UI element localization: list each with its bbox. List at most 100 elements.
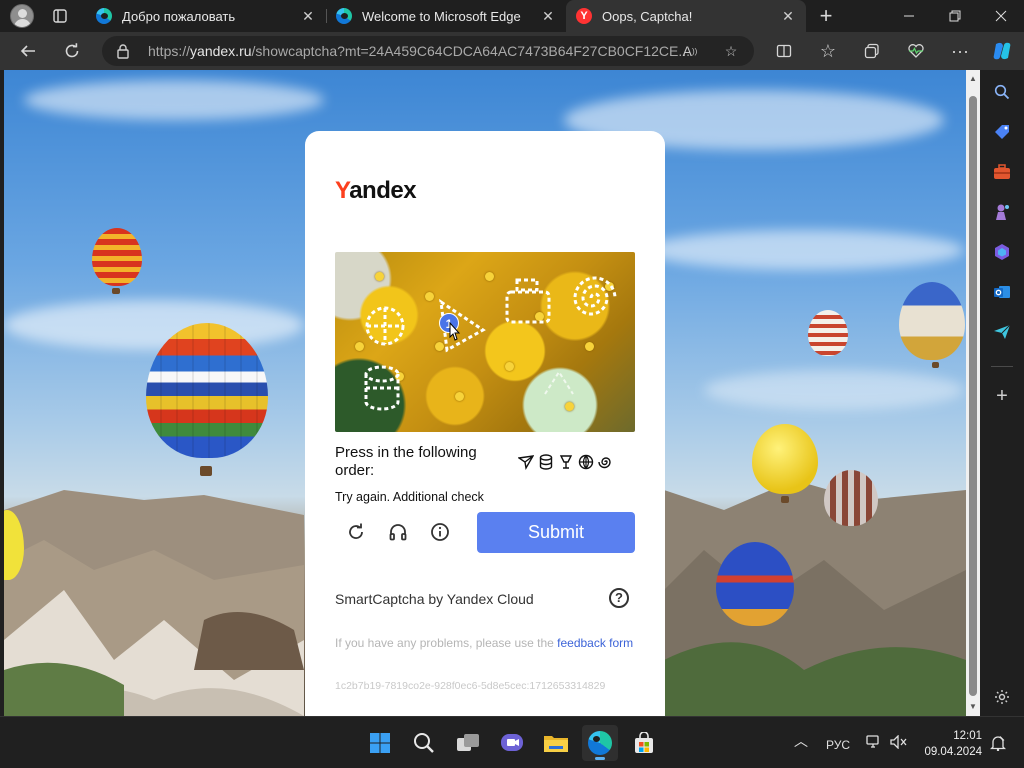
copilot-icon [993,42,1011,60]
close-tab-icon[interactable]: ✕ [540,8,556,24]
collections-button[interactable] [858,37,886,65]
profile-button[interactable] [8,2,36,30]
folder-icon [544,736,568,752]
toolbox-icon [994,164,1010,179]
scroll-up-icon[interactable]: ▲ [968,74,978,84]
tab-welcome-edge[interactable]: Welcome to Microsoft Edge ✕ [326,0,566,32]
taskbar-search-button[interactable] [406,725,442,761]
lamp-icon[interactable] [503,278,553,326]
captcha-image[interactable]: 1 [335,252,635,432]
refresh-button[interactable] [58,37,86,65]
sidebar-search-button[interactable] [990,80,1014,104]
close-tab-icon[interactable]: ✕ [300,8,316,24]
notification-bell-icon[interactable] [989,735,1007,754]
volume-muted-icon[interactable] [890,734,908,752]
tab-welcome-ru[interactable]: Добро пожаловать ✕ [86,0,326,32]
url-text[interactable]: https://yandex.ru/showcaptcha?mt=24A459C… [148,43,723,59]
microsoft-store-button[interactable] [626,725,662,761]
browser-essentials-button[interactable] [902,37,930,65]
address-bar[interactable]: https://yandex.ru/showcaptcha?mt=24A459C… [102,36,754,66]
edge-taskbar-button[interactable] [582,725,618,761]
close-window-button[interactable] [978,0,1024,32]
smartcaptcha-brand: SmartCaptcha by Yandex Cloud [335,591,534,607]
sidebar-divider [991,366,1013,367]
paper-plane-icon [517,453,535,471]
retry-message: Try again. Additional check [335,490,484,504]
store-bag-icon [635,732,653,753]
close-tab-icon[interactable]: ✕ [780,8,796,24]
barrel-icon[interactable] [359,364,405,412]
network-icon[interactable] [866,735,882,752]
globe-icon[interactable] [363,304,407,348]
outlook-icon [994,286,1010,298]
yandex-logo: Yandex [335,177,417,204]
task-view-button[interactable] [450,725,486,761]
file-explorer-button[interactable] [538,725,574,761]
page-viewport: Yandex 1 Press in the following order: T… [4,70,966,716]
cloud [704,370,964,410]
info-button[interactable] [428,520,452,544]
refresh-captcha-button[interactable] [344,520,368,544]
flower-outline-icon [539,368,579,398]
title-bar: Добро пожаловать ✕ Welcome to Microsoft … [0,0,1024,32]
taskbar-clock[interactable]: 12:01 09.04.2024 [918,728,982,760]
page-scrollbar[interactable]: ▲ ▼ [966,70,980,716]
favorites-star-icon: ☆ [819,40,837,61]
plus-icon: + [996,384,1008,407]
input-language[interactable]: РУС [826,738,850,752]
audio-captcha-button[interactable] [386,520,410,544]
order-instruction: Press in the following order: [335,444,477,479]
chevron-up-icon: ︿ [794,733,808,749]
yandex-icon: Y [576,8,592,24]
balloon-basket [781,496,789,503]
order-icons [517,453,615,471]
new-tab-button[interactable]: + [812,0,840,32]
sidebar-games-button[interactable] [990,200,1014,224]
sidebar-shopping-button[interactable] [990,120,1014,144]
teams-chat-icon [501,734,523,751]
clock-date: 09.04.2024 [924,746,982,758]
sidebar-add-button[interactable]: + [990,384,1014,408]
microsoft-365-icon [995,244,1009,260]
search-icon [414,733,434,753]
lock-icon[interactable] [116,43,130,64]
restore-button[interactable] [932,0,978,32]
scrollbar-thumb[interactable] [969,96,977,696]
submit-button[interactable]: Submit [477,512,635,553]
problems-notice: If you have any problems, please use the… [335,636,634,650]
edge-icon [336,8,352,24]
windows-taskbar: ︿ РУС 12:01 09.04.2024 [0,716,1024,768]
sidebar-tools-button[interactable] [990,160,1014,184]
back-button[interactable] [14,37,42,65]
profile-avatar-icon [10,4,34,28]
copilot-button[interactable] [988,37,1016,65]
scroll-down-icon[interactable]: ▼ [968,702,978,712]
tab-captcha[interactable]: Y Oops, Captcha! ✕ [566,0,806,32]
feedback-form-link[interactable]: feedback form [557,636,633,650]
sidebar-outlook-button[interactable] [990,280,1014,304]
settings-more-button[interactable]: ··· [946,37,974,65]
spiral-icon [597,453,615,471]
favorite-star-icon[interactable]: ☆ [719,40,743,62]
hot-air-balloon [899,282,965,360]
tab-actions-button[interactable] [46,0,74,32]
sidebar-settings-button[interactable] [990,685,1014,709]
favorites-button[interactable]: ☆ [814,37,842,65]
teams-chat-button[interactable] [494,725,530,761]
tab-title: Welcome to Microsoft Edge [362,8,521,24]
balloon-basket [112,288,120,294]
spiral-icon[interactable] [569,272,621,324]
close-icon [995,10,1007,22]
show-hidden-icons-button[interactable]: ︿ [794,731,808,751]
minimize-button[interactable] [886,0,932,32]
tab-title: Добро пожаловать [122,8,236,24]
hot-air-balloon [146,323,268,458]
sidebar-copilot-button[interactable] [990,240,1014,264]
sidebar-drop-button[interactable] [990,320,1014,344]
start-button[interactable] [362,725,398,761]
read-aloud-icon[interactable]: A)) [678,40,702,62]
split-screen-button[interactable] [770,37,798,65]
chess-piece-icon [996,204,1009,220]
balloon-basket [932,362,939,368]
help-button[interactable]: ? [609,588,629,608]
